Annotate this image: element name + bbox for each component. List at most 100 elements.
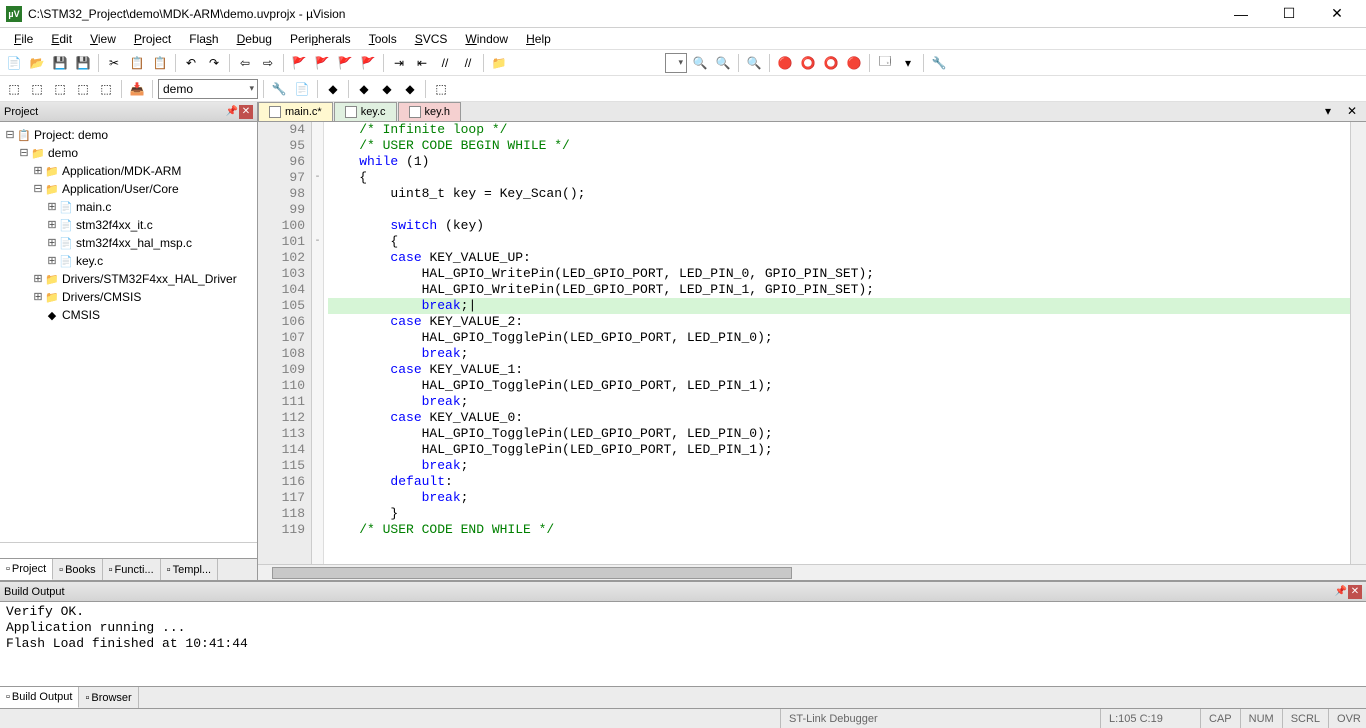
breakpoint-disable-icon[interactable]: ⭕ — [821, 53, 841, 73]
save-icon[interactable]: 💾 — [50, 53, 70, 73]
menu-flash[interactable]: Flash — [181, 30, 226, 48]
menu-window[interactable]: Window — [457, 30, 516, 48]
tree-group[interactable]: ⊞📁Drivers/STM32F4xx_HAL_Driver — [4, 270, 253, 288]
rebuild-icon[interactable]: ⬚ — [50, 79, 70, 99]
menu-view[interactable]: View — [82, 30, 124, 48]
debug-icon[interactable]: 🔍 — [744, 53, 764, 73]
uncomment-icon[interactable]: // — [458, 53, 478, 73]
editor-vscroll[interactable] — [1350, 122, 1366, 564]
find-in-files-icon[interactable]: 📁 — [489, 53, 509, 73]
window-icon[interactable]: 🗔 — [875, 53, 895, 73]
undo-icon[interactable]: ↶ — [181, 53, 201, 73]
tree-group[interactable]: ⊟📁Application/User/Core — [4, 180, 253, 198]
window-dropdown-icon[interactable]: ▾ — [898, 53, 918, 73]
tree-root[interactable]: ⊟📋Project: demo — [4, 126, 253, 144]
menu-tools[interactable]: Tools — [361, 30, 405, 48]
nav-back-icon[interactable]: ⇦ — [235, 53, 255, 73]
pane-tab-project[interactable]: ▫Project — [0, 559, 53, 580]
code-editor[interactable]: 9495969798991001011021031041051061071081… — [258, 122, 1366, 564]
menu-file[interactable]: File — [6, 30, 41, 48]
build-output-text[interactable]: Verify OK. Application running ... Flash… — [0, 602, 1366, 686]
pane-close-icon[interactable]: ✕ — [1348, 585, 1362, 599]
status-empty — [0, 709, 780, 728]
menu-peripherals[interactable]: Peripherals — [282, 30, 359, 48]
tree-hscroll[interactable] — [0, 542, 257, 558]
separator — [152, 80, 153, 98]
build-icon[interactable]: ⬚ — [27, 79, 47, 99]
separator — [348, 80, 349, 98]
menu-svcs[interactable]: SVCS — [407, 30, 456, 48]
save-all-icon[interactable]: 💾 — [73, 53, 93, 73]
stop-build-icon[interactable]: ⬚ — [96, 79, 116, 99]
redo-icon[interactable]: ↷ — [204, 53, 224, 73]
comment-icon[interactable]: // — [435, 53, 455, 73]
select-pack-icon[interactable]: ◆ — [354, 79, 374, 99]
code-text[interactable]: /* Infinite loop */ /* USER CODE BEGIN W… — [324, 122, 1350, 564]
editor-hscroll[interactable] — [258, 564, 1366, 580]
maximize-button[interactable]: ☐ — [1274, 4, 1304, 24]
download-icon[interactable]: 📥 — [127, 79, 147, 99]
breakpoint-enable-icon[interactable]: ⭕ — [798, 53, 818, 73]
target-combo[interactable]: demo — [158, 79, 258, 99]
manage-rte-icon[interactable]: ◆ — [323, 79, 343, 99]
tree-group[interactable]: ⊞📁Drivers/CMSIS — [4, 288, 253, 306]
minimize-button[interactable]: — — [1226, 4, 1256, 24]
separator — [425, 80, 426, 98]
pane-pin-icon[interactable]: 📌 — [1334, 585, 1348, 599]
pane-tab-functi[interactable]: ▫Functi... — [103, 559, 161, 580]
bookmark-clear-icon[interactable]: 🚩 — [358, 53, 378, 73]
build-tab-browser[interactable]: ▫Browser — [79, 687, 138, 708]
pane-tab-templ[interactable]: ▫Templ... — [161, 559, 218, 580]
outdent-icon[interactable]: ⇤ — [412, 53, 432, 73]
editor-tab-keyc[interactable]: key.c — [334, 102, 397, 121]
manage-proj-icon[interactable]: ⬚ — [431, 79, 451, 99]
tree-cmsis[interactable]: ◆CMSIS — [4, 306, 253, 324]
build-tab-buildoutput[interactable]: ▫Build Output — [0, 687, 79, 708]
translate-icon[interactable]: ⬚ — [4, 79, 24, 99]
pack-icon[interactable]: ◆ — [400, 79, 420, 99]
close-button[interactable]: ✕ — [1322, 4, 1352, 24]
tree-file[interactable]: ⊞📄key.c — [4, 252, 253, 270]
tree-file[interactable]: ⊞📄stm32f4xx_it.c — [4, 216, 253, 234]
file-ext-icon[interactable]: 📄 — [292, 79, 312, 99]
open-file-icon[interactable]: 📂 — [27, 53, 47, 73]
cut-icon[interactable]: ✂ — [104, 53, 124, 73]
find-combo[interactable] — [665, 53, 687, 73]
tree-target[interactable]: ⊟📁demo — [4, 144, 253, 162]
configure-icon[interactable]: 🔧 — [929, 53, 949, 73]
editor-tab-mainc[interactable]: main.c* — [258, 102, 333, 121]
breakpoint-kill-icon[interactable]: 🔴 — [844, 53, 864, 73]
tree-group[interactable]: ⊞📁Application/MDK-ARM — [4, 162, 253, 180]
project-tree[interactable]: ⊟📋Project: demo⊟📁demo⊞📁Application/MDK-A… — [0, 122, 257, 542]
menu-help[interactable]: Help — [518, 30, 559, 48]
find-icon[interactable]: 🔍 — [690, 53, 710, 73]
tree-file[interactable]: ⊞📄main.c — [4, 198, 253, 216]
pane-pin-icon[interactable]: 📌 — [225, 105, 239, 119]
menu-debug[interactable]: Debug — [229, 30, 280, 48]
status-scrl: SCRL — [1282, 709, 1328, 728]
bookmark-prev-icon[interactable]: 🚩 — [312, 53, 332, 73]
bookmark-icon[interactable]: 🚩 — [289, 53, 309, 73]
new-file-icon[interactable]: 📄 — [4, 53, 24, 73]
pane-close-icon[interactable]: ✕ — [239, 105, 253, 119]
editor-tab-keyh[interactable]: key.h — [398, 102, 461, 121]
tree-file[interactable]: ⊞📄stm32f4xx_hal_msp.c — [4, 234, 253, 252]
incremental-find-icon[interactable]: 🔍 — [713, 53, 733, 73]
batch-build-icon[interactable]: ⬚ — [73, 79, 93, 99]
options-icon[interactable]: 🔧 — [269, 79, 289, 99]
copy-icon[interactable]: 📋 — [127, 53, 147, 73]
build-output-header: Build Output 📌 ✕ — [0, 582, 1366, 602]
fold-column[interactable]: -- — [312, 122, 324, 564]
editor-tab-menu-icon[interactable]: ▾ — [1318, 101, 1338, 121]
menu-edit[interactable]: Edit — [43, 30, 80, 48]
menu-project[interactable]: Project — [126, 30, 179, 48]
bookmark-next-icon[interactable]: 🚩 — [335, 53, 355, 73]
editor-tab-close-icon[interactable]: ✕ — [1342, 101, 1362, 121]
paste-icon[interactable]: 📋 — [150, 53, 170, 73]
separator — [317, 80, 318, 98]
indent-icon[interactable]: ⇥ — [389, 53, 409, 73]
breakpoint-insert-icon[interactable]: 🔴 — [775, 53, 795, 73]
pack-install-icon[interactable]: ◆ — [377, 79, 397, 99]
nav-fwd-icon[interactable]: ⇨ — [258, 53, 278, 73]
pane-tab-books[interactable]: ▫Books — [53, 559, 102, 580]
